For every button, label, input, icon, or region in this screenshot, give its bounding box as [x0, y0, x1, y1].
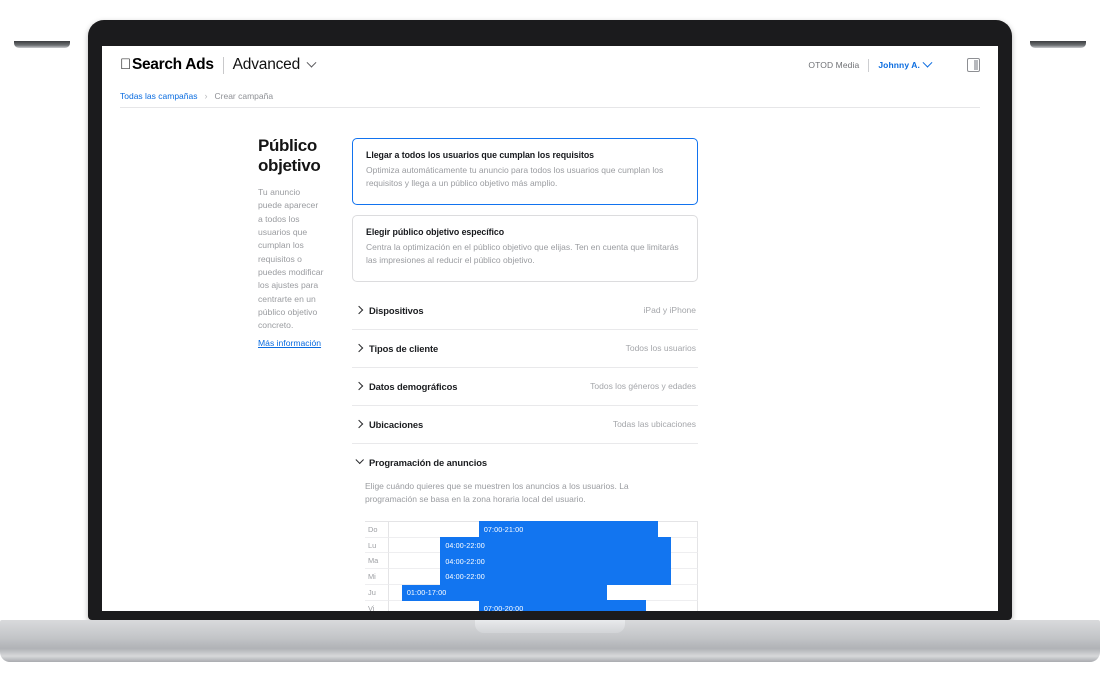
- option-title: Llegar a todos los usuarios que cumplan …: [366, 150, 595, 160]
- section-label: Datos demográficos: [369, 380, 458, 392]
- laptop-base-notch: [475, 620, 625, 633]
- account-name: OTOD Media: [808, 60, 860, 70]
- sidebar-panel-icon[interactable]: [967, 58, 980, 72]
- schedule-bar[interactable]: 01:00-17:00: [401, 584, 608, 601]
- section-value: iPad y iPhone: [643, 305, 696, 316]
- account-divider: [868, 58, 870, 72]
- section-label: Programación de anuncios: [369, 456, 487, 468]
- schedule-day-label: Ma: [365, 553, 389, 570]
- section-value: Todas las ubicaciones: [612, 419, 696, 430]
- schedule-bar[interactable]: 07:00-20:00: [478, 600, 646, 611]
- section-header-left: Datos demográficos: [354, 380, 458, 392]
- chevron-right-icon: [354, 343, 364, 353]
- schedule-row[interactable]: Ju 01:00-17:00: [365, 584, 698, 601]
- schedule-bar[interactable]: 04:00-22:00: [440, 552, 672, 570]
- brand-name: Search Ads: [121, 56, 214, 73]
- app-header:  Search Ads Advanced OTOD Media Johnny …: [102, 46, 998, 84]
- brand-logo[interactable]:  Search Ads: [120, 56, 214, 74]
- schedule-day-label: Vi: [365, 600, 389, 611]
- chevron-down-icon: [355, 455, 364, 465]
- section-value: Todos los géneros y edades: [590, 381, 696, 392]
- audience-option-card[interactable]: Llegar a todos los usuarios que cumplan …: [352, 138, 698, 205]
- more-info-link[interactable]: Más información: [258, 338, 321, 348]
- page-description: Tu anuncio puede aparecer a todos los us…: [258, 187, 324, 331]
- header-right-group: OTOD Media Johnny A.: [808, 57, 980, 72]
- laptop-foot-right: [1030, 41, 1086, 48]
- section-header-left: Tipos de cliente: [354, 342, 439, 354]
- laptop-base: [0, 620, 1100, 662]
- chevron-down-icon: [922, 57, 933, 68]
- audience-option-list: Llegar a todos los usuarios que cumplan …: [352, 138, 698, 282]
- schedule-track[interactable]: 07:00-21:00: [389, 521, 698, 538]
- product-switcher[interactable]: Advanced: [221, 56, 317, 74]
- right-settings-column: Llegar a todos los usuarios que cumplan …: [352, 136, 698, 611]
- browser-viewport:  Search Ads Advanced OTOD Media Johnny …: [102, 46, 998, 611]
- user-menu[interactable]: Johnny A.: [878, 57, 933, 70]
- section-label: Tipos de cliente: [369, 342, 439, 354]
- targeting-sections: Dispositivos iPad y iPhone Tipos de client…: [352, 292, 698, 444]
- apple-logo-icon: : [120, 57, 131, 72]
- schedule-day-label: Mi: [365, 569, 389, 586]
- section-label: Dispositivos: [369, 304, 424, 316]
- schedule-track[interactable]: 04:00-22:00: [389, 552, 698, 570]
- chevron-down-icon: [306, 57, 317, 68]
- section-row[interactable]: Tipos de cliente Todos los usuarios: [352, 330, 698, 368]
- laptop-frame:  Search Ads Advanced OTOD Media Johnny …: [88, 20, 1012, 620]
- main-content: Público objetivo Tu anuncio puede aparec…: [120, 108, 980, 611]
- section-header-left: Programación de anuncios: [355, 455, 487, 468]
- option-description: Optimiza automáticamente tu anuncio para…: [366, 165, 664, 189]
- schedule-grid[interactable]: Do 07:00-21:00 Lu 04:00-22:00 Ma 04:00-22:00 M…: [365, 520, 698, 611]
- schedule-day-label: Ju: [365, 585, 389, 601]
- schedule-day-label: Do: [365, 521, 389, 538]
- breadcrumb-separator-icon: ›: [204, 90, 208, 101]
- breadcrumb-link-all-campaigns[interactable]: Todas las campañas: [120, 91, 198, 101]
- schedule-track[interactable]: 07:00-20:00: [389, 600, 698, 611]
- section-row[interactable]: Datos demográficos Todos los géneros y ed…: [352, 368, 698, 406]
- schedule-track[interactable]: 04:00-22:00: [389, 537, 698, 554]
- page-title: Público objetivo: [258, 136, 321, 175]
- schedule-row[interactable]: Vi 07:00-20:00: [365, 600, 698, 611]
- schedule-description: Elige cuándo quieres que se muestren los…: [365, 480, 629, 505]
- breadcrumb: Todas las campañas › Crear campaña: [102, 84, 998, 107]
- schedule-bar[interactable]: 04:00-22:00: [440, 537, 672, 554]
- schedule-day-label: Lu: [365, 537, 389, 554]
- schedule-track[interactable]: 04:00-22:00: [389, 568, 698, 586]
- schedule-bar[interactable]: 04:00-22:00: [440, 568, 672, 585]
- user-name-label: Johnny A.: [878, 60, 920, 70]
- schedule-row[interactable]: Ma 04:00-22:00: [365, 552, 698, 570]
- section-header-left: Ubicaciones: [354, 418, 424, 430]
- brand-divider: [222, 56, 224, 74]
- section-row[interactable]: Dispositivos iPad y iPhone: [352, 292, 698, 330]
- option-description: Centra la optimización en el público obj…: [366, 241, 679, 266]
- schedule-row[interactable]: Lu 04:00-22:00: [365, 537, 698, 554]
- audience-option-card[interactable]: Elegir público objetivo específico Centra…: [352, 214, 698, 282]
- breadcrumb-current: Crear campaña: [214, 90, 274, 101]
- schedule-track[interactable]: 01:00-17:00: [389, 584, 698, 601]
- laptop-foot-left: [14, 41, 70, 48]
- schedule-row[interactable]: Mi 04:00-22:00: [365, 568, 698, 586]
- section-header-left: Dispositivos: [354, 304, 424, 316]
- chevron-right-icon: [354, 305, 364, 315]
- option-title: Elegir público objetivo específico: [366, 226, 505, 237]
- section-value: Todos los usuarios: [625, 343, 696, 354]
- section-row-ad-scheduling[interactable]: Programación de anuncios: [352, 444, 698, 474]
- left-description-column: Público objetivo Tu anuncio puede aparec…: [120, 136, 352, 611]
- product-label: Advanced: [221, 56, 301, 73]
- section-row[interactable]: Ubicaciones Todas las ubicaciones: [352, 406, 698, 444]
- schedule-bar[interactable]: 07:00-21:00: [478, 521, 659, 538]
- schedule-row[interactable]: Do 07:00-21:00: [365, 521, 698, 538]
- section-label: Ubicaciones: [369, 418, 424, 430]
- chevron-right-icon: [354, 419, 364, 429]
- chevron-right-icon: [354, 381, 364, 391]
